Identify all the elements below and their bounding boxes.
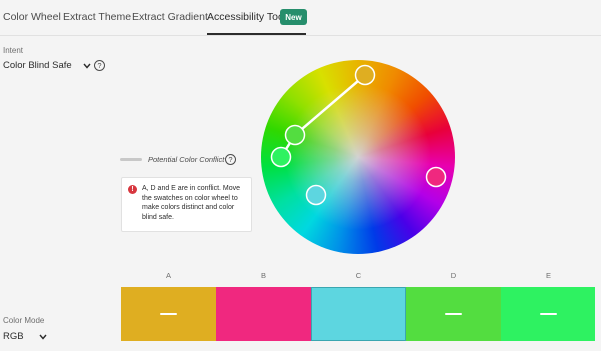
intent-value: Color Blind Safe	[3, 60, 72, 71]
wheel-handle-a[interactable]	[354, 64, 376, 86]
swatch-a[interactable]	[121, 287, 216, 341]
conflict-line	[294, 74, 366, 136]
chevron-down-icon	[83, 63, 91, 69]
conflict-help-icon[interactable]: ?	[225, 154, 236, 165]
swatch-letter-c: C	[355, 271, 362, 280]
conflict-marker	[539, 313, 557, 315]
tab-extract-gradient[interactable]: Extract Gradient	[132, 11, 208, 23]
swatch-letter-d: D	[450, 271, 457, 280]
intent-dropdown[interactable]: Color Blind Safe	[3, 60, 92, 71]
tab-bar: Color Wheel Extract Theme Extract Gradie…	[0, 0, 601, 36]
swatch-letter-e: E	[545, 271, 551, 280]
conflict-alert: ! A, D and E are in conflict. Move the s…	[121, 177, 252, 232]
swatch-d[interactable]	[406, 287, 501, 341]
intent-help-icon[interactable]: ?	[94, 60, 105, 71]
wheel-handle-d[interactable]	[284, 124, 306, 146]
conflict-marker	[160, 313, 177, 315]
conflict-line-sample	[120, 158, 142, 161]
alert-text: A, D and E are in conflict. Move the swa…	[142, 185, 241, 221]
conflict-legend: Potential Color Conflict	[120, 155, 224, 164]
wheel-handle-b[interactable]	[425, 166, 447, 188]
swatch-letter-b: B	[260, 271, 266, 280]
color-mode-label: Color Mode	[3, 316, 45, 325]
tab-accessibility-tools[interactable]: Accessibility Tools	[207, 11, 291, 23]
new-badge: New	[280, 9, 307, 25]
active-tab-indicator	[207, 33, 306, 35]
color-mode-value: RGB	[3, 331, 24, 342]
wheel-handle-c[interactable]	[305, 184, 327, 206]
tab-color-wheel[interactable]: Color Wheel	[3, 11, 61, 23]
swatch-b[interactable]	[216, 287, 311, 341]
swatch-e[interactable]	[501, 287, 595, 341]
conflict-legend-label: Potential Color Conflict	[148, 155, 225, 164]
color-mode-dropdown[interactable]: RGB	[3, 331, 48, 342]
color-wheel[interactable]	[261, 60, 455, 254]
swatch-letter-a: A	[165, 271, 171, 280]
intent-label: Intent	[3, 46, 24, 55]
wheel-handle-e[interactable]	[270, 146, 292, 168]
chevron-down-icon	[39, 334, 47, 340]
conflict-marker	[445, 313, 462, 315]
swatch-c[interactable]	[311, 287, 406, 341]
color-wheel-overlay	[270, 64, 447, 206]
tab-extract-theme[interactable]: Extract Theme	[63, 11, 131, 23]
alert-icon: !	[128, 185, 137, 194]
